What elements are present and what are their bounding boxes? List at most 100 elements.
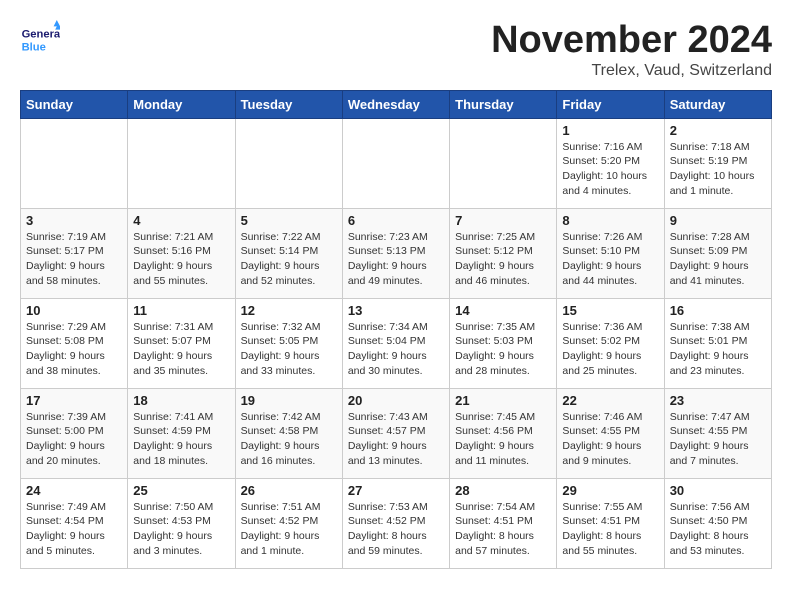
week-row-3: 10 Sunrise: 7:29 AMSunset: 5:08 PMDayligh… [21, 298, 772, 388]
day-number: 7 [455, 213, 551, 228]
calendar-cell: 11 Sunrise: 7:31 AMSunset: 5:07 PMDayligh… [128, 298, 235, 388]
day-number: 12 [241, 303, 337, 318]
location-title: Trelex, Vaud, Switzerland [491, 62, 772, 80]
day-number: 26 [241, 483, 337, 498]
calendar-cell: 7 Sunrise: 7:25 AMSunset: 5:12 PMDaylight… [450, 208, 557, 298]
header-day-wednesday: Wednesday [342, 90, 449, 118]
calendar-cell: 8 Sunrise: 7:26 AMSunset: 5:10 PMDaylight… [557, 208, 664, 298]
day-number: 14 [455, 303, 551, 318]
day-number: 3 [26, 213, 122, 228]
header: General Blue November 2024 Trelex, Vaud,… [20, 20, 772, 80]
calendar-cell: 22Sunrise: 7:46 AMSunset: 4:55 PMDayligh… [557, 388, 664, 478]
day-number: 20 [348, 393, 444, 408]
header-day-tuesday: Tuesday [235, 90, 342, 118]
day-info: Sunrise: 7:47 AMSunset: 4:55 PMDaylight:… [670, 410, 766, 469]
day-info: Sunrise: 7:53 AMSunset: 4:52 PMDaylight:… [348, 500, 444, 559]
day-info: Sunrise: 7:36 AMSunset: 5:02 PMDaylight:… [562, 320, 658, 379]
day-number: 16 [670, 303, 766, 318]
calendar-cell: 30 Sunrise: 7:56 AMSunset: 4:50 PMDayligh… [664, 478, 771, 568]
day-number: 28 [455, 483, 551, 498]
day-number: 30 [670, 483, 766, 498]
day-info: Sunrise: 7:31 AMSunset: 5:07 PMDaylight:… [133, 320, 229, 379]
day-info: Sunrise: 7:39 AMSunset: 5:00 PMDaylight:… [26, 410, 122, 469]
day-number: 11 [133, 303, 229, 318]
header-day-thursday: Thursday [450, 90, 557, 118]
day-info: Sunrise: 7:56 AMSunset: 4:50 PMDaylight:… [670, 500, 766, 559]
svg-text:Blue: Blue [22, 41, 46, 53]
calendar-cell: 1 Sunrise: 7:16 AMSunset: 5:20 PMDaylight… [557, 118, 664, 208]
calendar-cell: 29Sunrise: 7:55 AMSunset: 4:51 PMDayligh… [557, 478, 664, 568]
calendar-cell: 4 Sunrise: 7:21 AMSunset: 5:16 PMDaylight… [128, 208, 235, 298]
calendar-cell [235, 118, 342, 208]
day-info: Sunrise: 7:28 AMSunset: 5:09 PMDaylight:… [670, 230, 766, 289]
calendar-cell: 28 Sunrise: 7:54 AMSunset: 4:51 PMDayligh… [450, 478, 557, 568]
day-info: Sunrise: 7:21 AMSunset: 5:16 PMDaylight:… [133, 230, 229, 289]
header-day-friday: Friday [557, 90, 664, 118]
day-number: 17 [26, 393, 122, 408]
calendar-cell: 6 Sunrise: 7:23 AMSunset: 5:13 PMDaylight… [342, 208, 449, 298]
calendar-header: SundayMondayTuesdayWednesdayThursdayFrid… [21, 90, 772, 118]
day-info: Sunrise: 7:54 AMSunset: 4:51 PMDaylight:… [455, 500, 551, 559]
day-info: Sunrise: 7:19 AMSunset: 5:17 PMDaylight:… [26, 230, 122, 289]
week-row-5: 24 Sunrise: 7:49 AMSunset: 4:54 PMDayligh… [21, 478, 772, 568]
calendar-cell: 14Sunrise: 7:35 AMSunset: 5:03 PMDayligh… [450, 298, 557, 388]
day-number: 15 [562, 303, 658, 318]
calendar-body: 1 Sunrise: 7:16 AMSunset: 5:20 PMDaylight… [21, 118, 772, 568]
calendar-cell: 16 Sunrise: 7:38 AMSunset: 5:01 PMDayligh… [664, 298, 771, 388]
day-number: 9 [670, 213, 766, 228]
day-info: Sunrise: 7:50 AMSunset: 4:53 PMDaylight:… [133, 500, 229, 559]
day-info: Sunrise: 7:26 AMSunset: 5:10 PMDaylight:… [562, 230, 658, 289]
calendar-cell: 23 Sunrise: 7:47 AMSunset: 4:55 PMDayligh… [664, 388, 771, 478]
title-block: November 2024 Trelex, Vaud, Switzerland [491, 20, 772, 80]
day-info: Sunrise: 7:41 AMSunset: 4:59 PMDaylight:… [133, 410, 229, 469]
calendar-cell: 9 Sunrise: 7:28 AMSunset: 5:09 PMDaylight… [664, 208, 771, 298]
day-info: Sunrise: 7:25 AMSunset: 5:12 PMDaylight:… [455, 230, 551, 289]
day-number: 19 [241, 393, 337, 408]
day-number: 8 [562, 213, 658, 228]
day-number: 21 [455, 393, 551, 408]
month-title: November 2024 [491, 20, 772, 62]
day-info: Sunrise: 7:34 AMSunset: 5:04 PMDaylight:… [348, 320, 444, 379]
calendar-cell: 26Sunrise: 7:51 AMSunset: 4:52 PMDayligh… [235, 478, 342, 568]
day-number: 5 [241, 213, 337, 228]
header-day-monday: Monday [128, 90, 235, 118]
week-row-4: 17 Sunrise: 7:39 AMSunset: 5:00 PMDayligh… [21, 388, 772, 478]
day-number: 1 [562, 123, 658, 138]
calendar-cell: 18Sunrise: 7:41 AMSunset: 4:59 PMDayligh… [128, 388, 235, 478]
day-number: 2 [670, 123, 766, 138]
day-info: Sunrise: 7:43 AMSunset: 4:57 PMDaylight:… [348, 410, 444, 469]
calendar-cell [450, 118, 557, 208]
calendar-cell: 19 Sunrise: 7:42 AMSunset: 4:58 PMDayligh… [235, 388, 342, 478]
day-info: Sunrise: 7:45 AMSunset: 4:56 PMDaylight:… [455, 410, 551, 469]
day-number: 10 [26, 303, 122, 318]
day-number: 6 [348, 213, 444, 228]
week-row-2: 3 Sunrise: 7:19 AMSunset: 5:17 PMDaylight… [21, 208, 772, 298]
header-row: SundayMondayTuesdayWednesdayThursdayFrid… [21, 90, 772, 118]
day-info: Sunrise: 7:29 AMSunset: 5:08 PMDaylight:… [26, 320, 122, 379]
calendar-cell: 10 Sunrise: 7:29 AMSunset: 5:08 PMDayligh… [21, 298, 128, 388]
day-number: 4 [133, 213, 229, 228]
calendar-cell: 3 Sunrise: 7:19 AMSunset: 5:17 PMDaylight… [21, 208, 128, 298]
day-info: Sunrise: 7:38 AMSunset: 5:01 PMDaylight:… [670, 320, 766, 379]
calendar-cell: 5Sunrise: 7:22 AMSunset: 5:14 PMDaylight… [235, 208, 342, 298]
day-number: 23 [670, 393, 766, 408]
header-day-saturday: Saturday [664, 90, 771, 118]
calendar-cell: 17 Sunrise: 7:39 AMSunset: 5:00 PMDayligh… [21, 388, 128, 478]
day-info: Sunrise: 7:32 AMSunset: 5:05 PMDaylight:… [241, 320, 337, 379]
day-info: Sunrise: 7:42 AMSunset: 4:58 PMDaylight:… [241, 410, 337, 469]
day-number: 27 [348, 483, 444, 498]
day-info: Sunrise: 7:49 AMSunset: 4:54 PMDaylight:… [26, 500, 122, 559]
day-number: 25 [133, 483, 229, 498]
day-number: 24 [26, 483, 122, 498]
calendar-cell [342, 118, 449, 208]
calendar-cell: 13Sunrise: 7:34 AMSunset: 5:04 PMDayligh… [342, 298, 449, 388]
week-row-1: 1 Sunrise: 7:16 AMSunset: 5:20 PMDaylight… [21, 118, 772, 208]
calendar-cell: 12 Sunrise: 7:32 AMSunset: 5:05 PMDayligh… [235, 298, 342, 388]
logo: General Blue [20, 20, 64, 60]
svg-text:General: General [22, 29, 60, 41]
calendar-cell: 15 Sunrise: 7:36 AMSunset: 5:02 PMDayligh… [557, 298, 664, 388]
calendar-cell [21, 118, 128, 208]
day-info: Sunrise: 7:23 AMSunset: 5:13 PMDaylight:… [348, 230, 444, 289]
day-info: Sunrise: 7:16 AMSunset: 5:20 PMDaylight:… [562, 140, 658, 199]
calendar-cell: 21 Sunrise: 7:45 AMSunset: 4:56 PMDayligh… [450, 388, 557, 478]
